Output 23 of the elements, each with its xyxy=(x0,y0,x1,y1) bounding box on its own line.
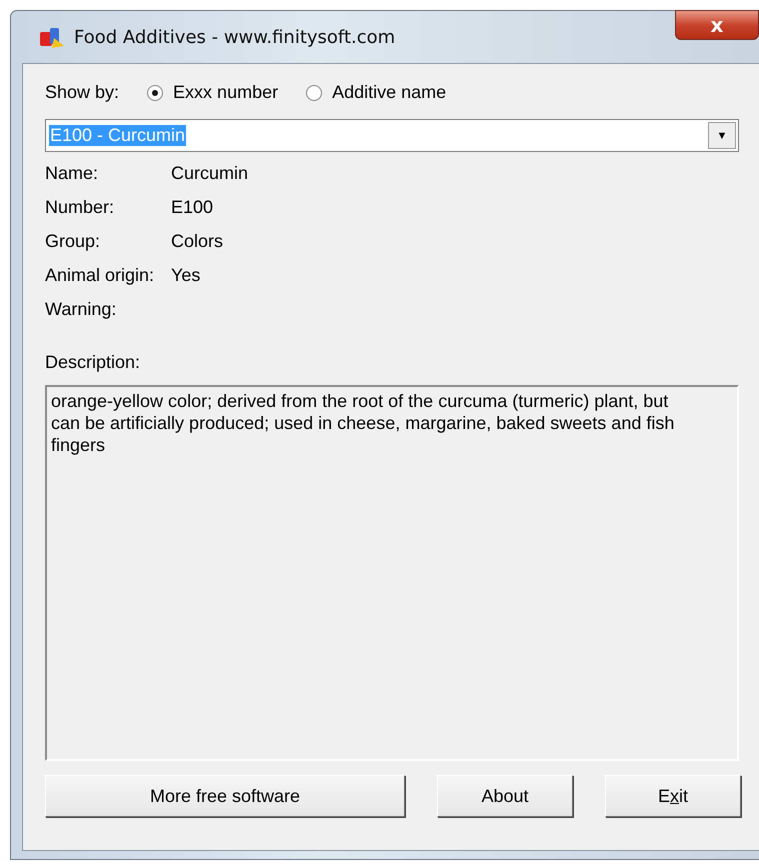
radio-button[interactable] xyxy=(147,84,164,100)
description-text: orange-yellow color; derived from the root of the curcuma (turmeric) plant, but can be artificially produced; used in cheese, margarine, baked sweets and fish fingers xyxy=(45,385,739,761)
radio-button[interactable] xyxy=(306,84,322,100)
dialog-button[interactable]: Exit xyxy=(605,775,741,817)
field-label: Group: xyxy=(45,231,102,252)
radio-option[interactable]: Additive name xyxy=(306,82,446,103)
show-by-label: Show by: xyxy=(45,82,120,103)
field-value: E100 xyxy=(171,197,214,218)
field-value: Colors xyxy=(171,231,224,252)
field-label: Name: xyxy=(45,163,100,184)
dialog-button[interactable]: About xyxy=(437,775,573,817)
close-button[interactable]: x xyxy=(675,10,759,40)
description-label: Description: xyxy=(45,352,142,373)
dropdown-arrow-button[interactable]: ▼ xyxy=(708,122,736,149)
field-label: Warning: xyxy=(45,299,118,320)
window-title: Food Additives - www.finitysoft.com xyxy=(74,26,396,48)
field-value: Yes xyxy=(171,265,202,286)
field-label: Number: xyxy=(45,197,116,218)
dialog-button[interactable]: More free software xyxy=(45,775,405,817)
radio-option[interactable]: Exxx number xyxy=(147,82,278,103)
field-label: Animal origin: xyxy=(45,265,156,286)
field-value: Curcumin xyxy=(171,163,248,184)
additive-dropdown[interactable]: E100 - Curcumin ▼ xyxy=(45,119,739,152)
